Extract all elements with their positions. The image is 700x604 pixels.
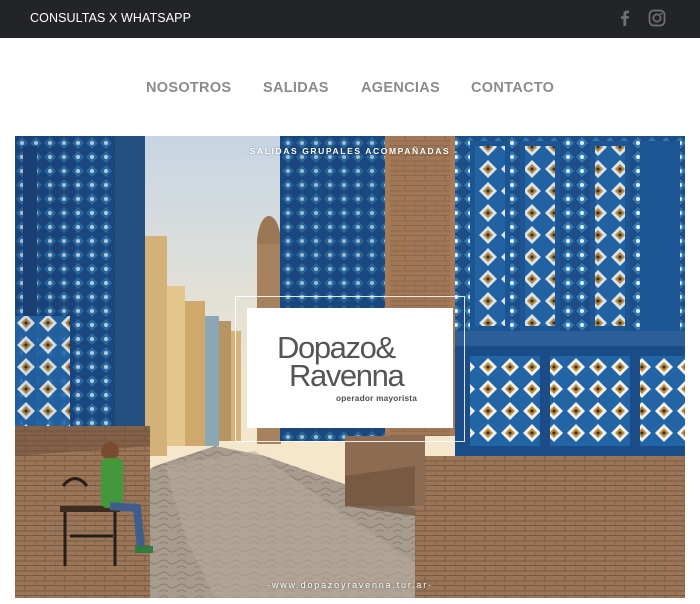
nav-item-salidas[interactable]: SALIDAS	[263, 80, 329, 96]
facebook-icon[interactable]	[616, 9, 634, 27]
hero-banner: - SALIDAS GRUPALES ACOMPAÑADAS - Dopazo&…	[15, 136, 685, 598]
nav-item-nosotros[interactable]: NOSOTROS	[146, 80, 231, 96]
hero-tagline: - SALIDAS GRUPALES ACOMPAÑADAS -	[241, 146, 459, 156]
social-links	[616, 9, 666, 27]
whatsapp-link[interactable]: CONSULTAS X WHATSAPP	[30, 11, 191, 25]
instagram-icon[interactable]	[648, 9, 666, 27]
nav-item-contacto[interactable]: CONTACTO	[471, 80, 554, 96]
logo-line-ravenna: Ravenna	[289, 358, 405, 393]
logo-subtitle: operador mayorista	[336, 393, 418, 403]
brand-logo[interactable]: Dopazo& Ravenna operador mayorista	[247, 308, 453, 428]
main-nav: NOSOTROS SALIDAS AGENCIAS CONTACTO	[0, 72, 700, 106]
top-bar: CONSULTAS X WHATSAPP	[0, 0, 700, 38]
nav-item-agencias[interactable]: AGENCIAS	[361, 80, 440, 96]
hero-website-url: -www.dopazoyravenna.tur.ar-	[267, 580, 433, 590]
